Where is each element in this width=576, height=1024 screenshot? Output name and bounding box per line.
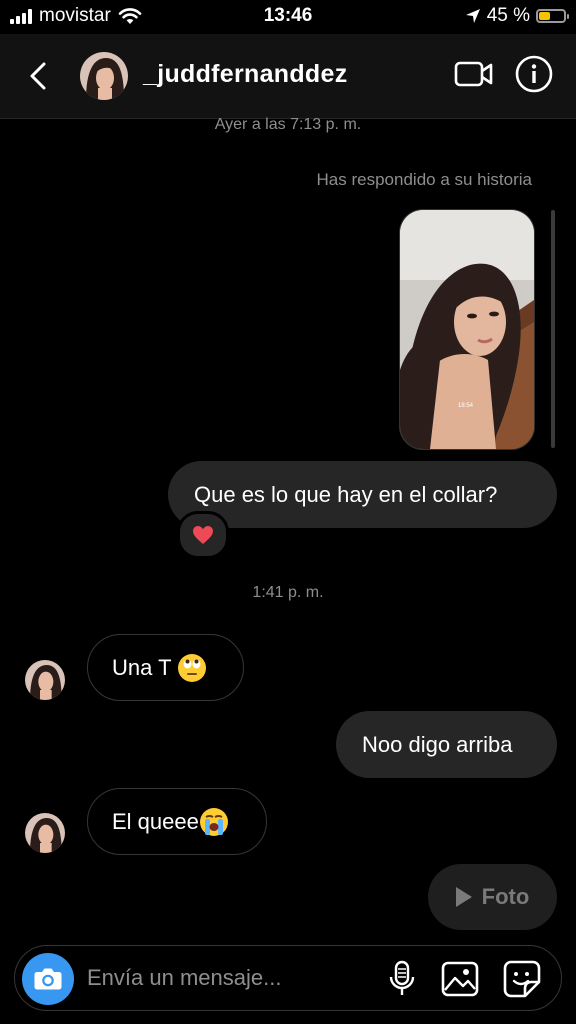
photo-button[interactable]: Foto — [428, 864, 557, 930]
story-time: 18:54 — [458, 403, 474, 409]
play-icon — [455, 887, 472, 907]
avatar[interactable] — [80, 52, 128, 100]
story-reply-label: Has respondido a su historia — [316, 170, 532, 189]
battery-level — [539, 12, 550, 20]
timestamp: 1:41 p. m. — [252, 584, 324, 601]
message-received[interactable]: Una T — [87, 634, 244, 701]
face-with-rolling-eyes-icon — [177, 653, 206, 682]
heart-icon — [193, 526, 213, 544]
timestamp: Ayer a las 7:13 p. m. — [214, 116, 362, 133]
story-thumbnail[interactable]: 18:54 — [399, 209, 535, 450]
loudly-crying-face-icon — [199, 807, 228, 836]
message-text: Una T — [112, 654, 172, 680]
chevron-left-icon[interactable] — [22, 56, 62, 96]
status-bar: movistar 13:46 45 % — [0, 0, 576, 34]
sticker-icon[interactable] — [503, 960, 541, 998]
message-text: El queee — [112, 808, 199, 834]
message-received[interactable]: El queee — [87, 788, 267, 855]
message-composer — [14, 945, 562, 1011]
camera-icon — [34, 968, 62, 990]
status-right: 45 % — [465, 5, 569, 27]
message-sent[interactable]: Que es lo que hay en el collar? — [168, 461, 557, 528]
chat-username[interactable]: _juddfernanddez — [143, 60, 348, 89]
avatar[interactable] — [25, 660, 65, 700]
gallery-icon[interactable] — [441, 960, 479, 998]
scrollbar[interactable] — [551, 210, 555, 448]
reaction-badge[interactable] — [177, 511, 229, 559]
camera-button[interactable] — [22, 953, 74, 1005]
message-sent[interactable]: Noo digo arriba — [336, 711, 557, 778]
info-icon[interactable] — [514, 54, 554, 94]
location-arrow-icon — [465, 9, 480, 23]
avatar[interactable] — [25, 813, 65, 853]
battery-percent: 45 % — [486, 5, 530, 26]
photo-button-label: Foto — [481, 884, 530, 909]
message-text: Noo digo arriba — [362, 731, 513, 757]
microphone-icon[interactable] — [383, 960, 421, 998]
video-camera-icon[interactable] — [454, 58, 494, 90]
battery-icon — [536, 9, 569, 23]
message-text: Que es lo que hay en el collar? — [194, 481, 498, 507]
chat-header: _juddfernanddez — [0, 34, 576, 119]
message-input[interactable] — [87, 946, 377, 1010]
